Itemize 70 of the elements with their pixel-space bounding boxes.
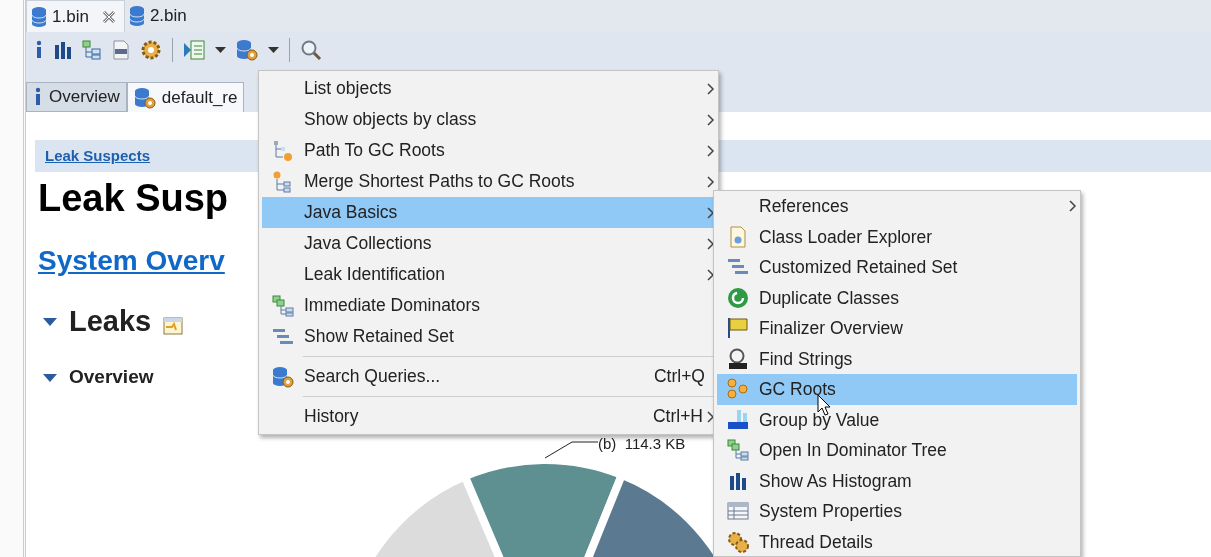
menu-item[interactable]: Customized Retained Set [717, 252, 1077, 283]
gear-icon[interactable] [140, 39, 162, 61]
circles-icon [727, 378, 749, 401]
close-icon[interactable] [101, 9, 116, 24]
menu-item[interactable]: Class Loader Explorer [717, 221, 1077, 252]
menu-item[interactable]: Path To GC Roots [262, 135, 715, 166]
shortcut-text: Ctrl+H [652, 405, 703, 429]
menu-item[interactable]: Search Queries... Ctrl+Q [262, 361, 715, 392]
menu-item[interactable]: History Ctrl+H [262, 401, 715, 432]
magnifier-icon [727, 347, 749, 370]
menu-item[interactable]: Group by Value [717, 404, 1077, 435]
info-icon[interactable] [34, 40, 44, 60]
menu-item[interactable]: Duplicate Classes [717, 282, 1077, 313]
menu-item[interactable]: Leak Identification [262, 259, 715, 290]
menu-item[interactable]: Find Strings [717, 343, 1077, 374]
menu-item[interactable]: Java Collections [262, 228, 715, 259]
database-gear-icon[interactable] [236, 39, 258, 61]
database-gear-icon [133, 86, 156, 109]
menu-item[interactable]: List objects [262, 73, 715, 104]
info-icon [33, 87, 43, 107]
editor-tab[interactable]: 2.bin [124, 0, 195, 32]
document-icon[interactable] [112, 40, 130, 60]
path-tree-icon [272, 139, 294, 162]
menu-item[interactable]: GC Roots [717, 374, 1077, 405]
menu-item[interactable]: Immediate Dominators [262, 290, 715, 321]
class-loader-icon [729, 225, 747, 248]
menu-item[interactable]: Open In Dominator Tree [717, 435, 1077, 466]
leader-line [544, 441, 599, 459]
dominator-tree-icon [727, 439, 749, 462]
caret-icon[interactable] [268, 46, 279, 54]
view-tab[interactable]: Overview [26, 82, 127, 112]
run-list-icon[interactable] [183, 39, 205, 61]
view-tab[interactable]: default_re [126, 82, 245, 112]
menu-item[interactable]: Thread Details [717, 526, 1077, 556]
table-icon [727, 502, 749, 521]
grouped-bars-icon [727, 408, 749, 431]
dominator-tree-icon [272, 294, 294, 317]
histogram-icon[interactable] [54, 41, 72, 59]
expanded-triangle-icon[interactable] [43, 372, 57, 383]
database-gear-icon [272, 365, 294, 388]
merge-tree-icon [272, 170, 294, 193]
retained-set-icon [272, 327, 294, 346]
tree-icon[interactable] [82, 40, 102, 60]
database-icon [31, 5, 47, 28]
expanded-triangle-icon[interactable] [43, 316, 57, 327]
retained-set-icon [727, 258, 749, 277]
shortcut-text: Ctrl+Q [653, 365, 705, 389]
breadcrumb-link[interactable]: Leak Suspects [45, 147, 151, 164]
flag-icon [727, 317, 749, 340]
chart-label: (b) 114.3 KB [598, 435, 686, 452]
menu-item[interactable]: Show Retained Set [262, 321, 715, 352]
editor-tab[interactable]: 1.bin [26, 0, 125, 32]
window-icon [163, 316, 184, 335]
menu-item[interactable]: Show objects by class [262, 104, 715, 135]
gears-icon [727, 530, 749, 553]
class-icon [727, 286, 749, 309]
menu-item[interactable]: Merge Shortest Paths to GC Roots [262, 166, 715, 197]
section-heading: Overview [69, 365, 154, 390]
search-icon[interactable] [300, 39, 322, 61]
histogram-icon [729, 471, 747, 490]
section-heading: Leaks [69, 303, 152, 339]
caret-icon[interactable] [215, 46, 226, 54]
menu-item[interactable]: Show As Histogram [717, 465, 1077, 496]
report-title: Leak Susp [38, 178, 229, 220]
menu-item[interactable]: References [717, 191, 1077, 222]
menu-item[interactable]: System Properties [717, 496, 1077, 527]
menu-item[interactable]: Finalizer Overview [717, 313, 1077, 344]
menu-item[interactable]: Java Basics [262, 197, 715, 228]
section-link[interactable]: System Overv [38, 239, 225, 282]
database-icon [128, 5, 145, 27]
